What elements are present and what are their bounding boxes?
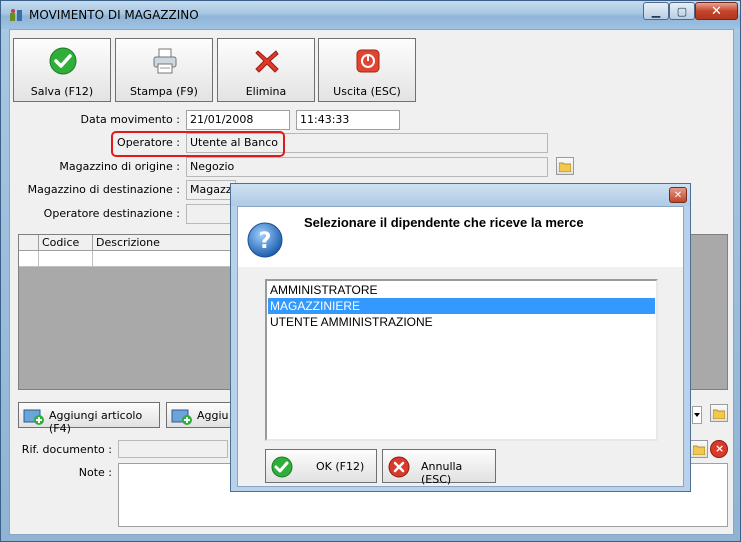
check-icon <box>49 47 77 75</box>
close-button[interactable]: ✕ <box>695 2 738 20</box>
browse-button[interactable] <box>710 404 728 422</box>
delete-label: Elimina <box>245 85 287 98</box>
list-item-storekeeper[interactable]: MAGAZZINIERE <box>268 298 655 314</box>
cancel-button[interactable]: Annulla (ESC) <box>382 449 496 486</box>
maximize-button[interactable]: ▢ <box>669 2 695 20</box>
maximize-icon: ▢ <box>676 4 688 18</box>
list-item-administrator[interactable]: AMMINISTRATORE <box>268 282 655 298</box>
origin-field: Negozio <box>186 157 548 177</box>
doc-ref-browse-button[interactable] <box>690 440 708 458</box>
notes-label: Note : <box>78 466 112 479</box>
minimize-icon: ▁ <box>651 4 661 18</box>
doc-ref-label: Rif. documento : <box>21 443 112 456</box>
save-label: Salva (F12) <box>30 85 94 98</box>
folder-icon <box>693 445 705 455</box>
app-icon <box>10 9 22 21</box>
question-icon: ? <box>247 222 283 258</box>
grid-header-codice[interactable]: Codice <box>39 235 93 251</box>
save-button[interactable]: Salva (F12) <box>13 38 111 102</box>
minimize-button[interactable]: ▁ <box>643 2 669 20</box>
add-item-icon <box>171 409 192 425</box>
grid-corner <box>19 235 39 251</box>
ok-label: OK (F12) <box>316 460 365 473</box>
dest-operator-label: Operatore destinazione : <box>43 207 180 220</box>
dialog-close-button[interactable]: ✕ <box>669 187 687 203</box>
power-icon <box>356 49 380 73</box>
dest-operator-field <box>186 204 236 224</box>
add-item-icon <box>23 409 44 425</box>
dest-label: Magazzino di destinazione : <box>27 183 180 196</box>
folder-icon <box>713 409 725 419</box>
delete-button[interactable]: Elimina <box>217 38 315 102</box>
add-item2-label: Aggiu <box>197 409 229 422</box>
cancel-icon: × <box>715 442 725 455</box>
print-button[interactable]: Stampa (F9) <box>115 38 213 102</box>
grid-cell[interactable] <box>93 251 233 267</box>
dropdown-arrow[interactable] <box>692 406 702 424</box>
grid-row-indicator <box>19 251 39 267</box>
date-label: Data movimento : <box>80 113 180 126</box>
operator-highlight <box>111 131 285 157</box>
close-icon: ✕ <box>711 3 722 19</box>
cancel-icon <box>388 456 410 478</box>
folder-icon <box>559 162 571 172</box>
grid-cell[interactable] <box>39 251 93 267</box>
origin-browse-button[interactable] <box>556 157 574 175</box>
x-icon <box>255 50 279 73</box>
close-icon: ✕ <box>673 189 683 201</box>
exit-button[interactable]: Uscita (ESC) <box>318 38 416 102</box>
cancel-label: Annulla (ESC) <box>421 460 463 486</box>
dialog-message: Selezionare il dipendente che riceve la … <box>304 215 584 230</box>
origin-label: Magazzino di origine : <box>59 160 180 173</box>
dest-field: Magazzin <box>186 180 236 200</box>
add-item-label: Aggiungi articolo (F4) <box>49 409 143 435</box>
check-icon <box>271 456 293 478</box>
grid-header-descrizione[interactable]: Descrizione <box>93 235 233 251</box>
print-label: Stampa (F9) <box>130 85 198 98</box>
add-item2-button[interactable]: Aggiu <box>166 402 236 428</box>
add-item-button[interactable]: Aggiungi articolo (F4) <box>18 402 160 435</box>
exit-label: Uscita (ESC) <box>333 85 401 98</box>
window-title: MOVIMENTO DI MAGAZZINO <box>29 8 199 22</box>
select-employee-dialog: ✕ ? Selezionare il dipendente che riceve… <box>230 183 691 492</box>
title-bar[interactable]: MOVIMENTO DI MAGAZZINO ▁ ▢ ✕ <box>1 1 740 29</box>
dialog-title-bar[interactable]: ✕ <box>231 184 690 206</box>
time-field[interactable]: 11:43:33 <box>296 110 400 130</box>
employee-listbox[interactable]: AMMINISTRATORE MAGAZZINIERE UTENTE AMMIN… <box>265 279 658 441</box>
printer-icon <box>153 48 177 74</box>
main-window: MOVIMENTO DI MAGAZZINO ▁ ▢ ✕ Salva (F12)… <box>0 0 741 542</box>
doc-ref-field <box>118 440 228 458</box>
dialog-header: ? Selezionare il dipendente che riceve l… <box>238 207 683 267</box>
dialog-body: ? Selezionare il dipendente che riceve l… <box>237 206 684 487</box>
ok-button[interactable]: OK (F12) <box>265 449 377 483</box>
doc-ref-clear-button[interactable]: × <box>710 440 728 458</box>
date-field[interactable]: 21/01/2008 <box>186 110 290 130</box>
svg-text:?: ? <box>259 229 272 254</box>
list-item-admin-user[interactable]: UTENTE AMMINISTRAZIONE <box>268 314 655 330</box>
